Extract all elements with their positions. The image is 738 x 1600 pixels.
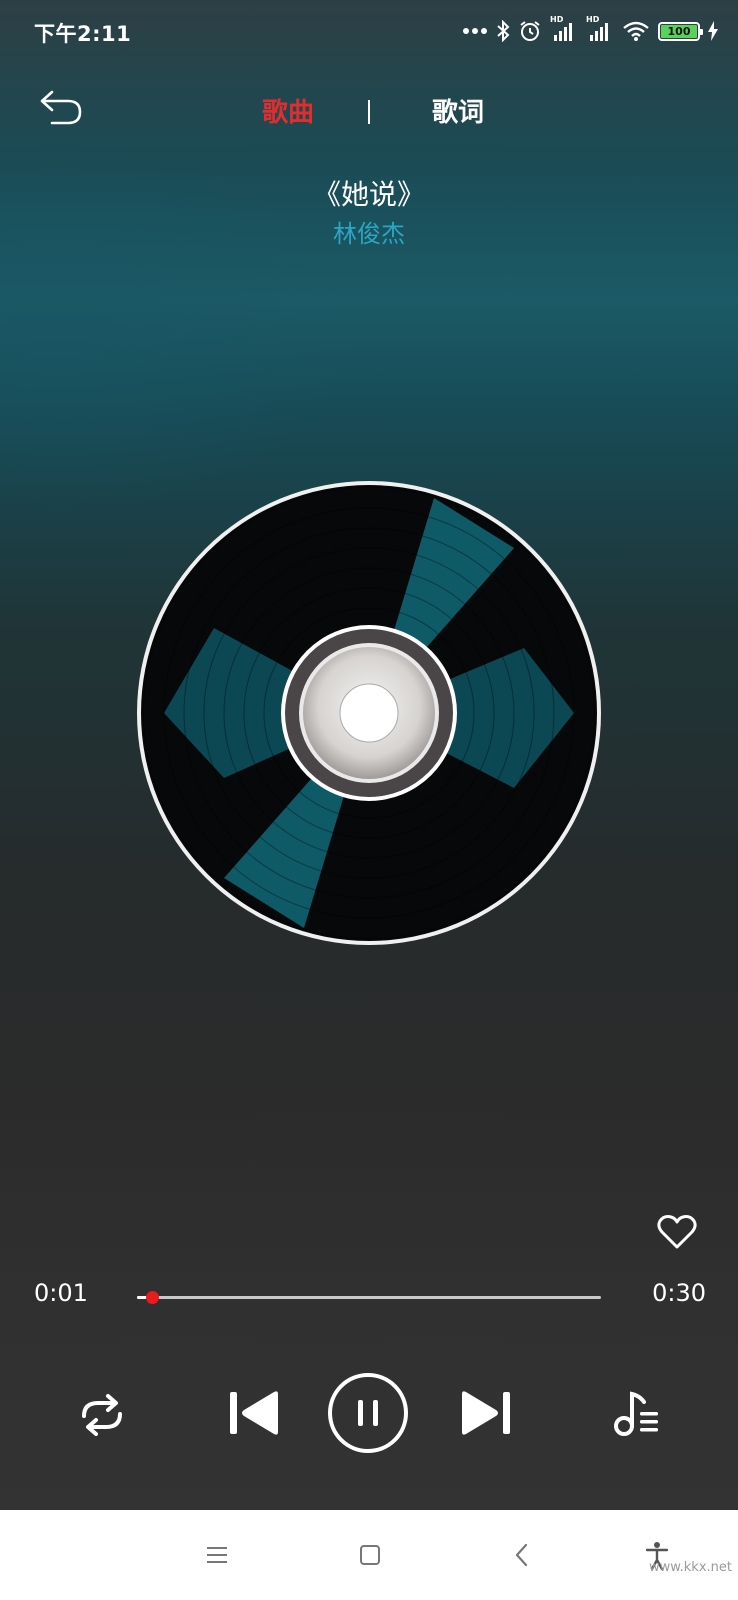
- pause-circle-icon: [328, 1373, 408, 1453]
- progress-track: [137, 1296, 601, 1299]
- skip-previous-icon: [230, 1391, 278, 1435]
- status-time: 下午2:11: [34, 22, 132, 46]
- home-square-icon: [360, 1545, 380, 1565]
- progress-thumb[interactable]: [146, 1291, 160, 1304]
- tab-lyrics[interactable]: 歌词: [432, 92, 484, 129]
- total-time: 0:30: [652, 1279, 706, 1307]
- watermark: www.kkx.net: [648, 1560, 732, 1575]
- system-navigation-bar: [0, 1510, 738, 1600]
- signal-hd-icon-2: HD: [586, 15, 614, 43]
- playlist-button[interactable]: [612, 1388, 662, 1438]
- progress-bar[interactable]: [137, 1289, 601, 1309]
- signal-hd-icon-1: HD: [550, 15, 578, 43]
- status-icons: HD HD 100: [462, 15, 718, 46]
- favorite-button[interactable]: [656, 1213, 698, 1251]
- charging-icon: [708, 21, 718, 41]
- song-title: 《她说》: [312, 178, 425, 211]
- pause-button[interactable]: [326, 1371, 410, 1455]
- tab-bar: 歌曲 歌词: [0, 92, 738, 132]
- alarm-icon: [518, 19, 542, 43]
- battery-icon: 100: [658, 21, 703, 41]
- menu-lines-icon: [207, 1547, 227, 1563]
- more-dots-icon: [462, 27, 488, 35]
- skip-next-icon: [462, 1391, 510, 1435]
- bluetooth-icon: [496, 20, 510, 42]
- artist-name: 林俊杰: [333, 220, 405, 248]
- nav-home-button[interactable]: [353, 1538, 387, 1572]
- nav-back-button[interactable]: [506, 1538, 540, 1572]
- wifi-icon: [622, 20, 650, 42]
- repeat-icon: [82, 1394, 122, 1436]
- battery-level: 100: [661, 24, 697, 38]
- previous-track-button[interactable]: [228, 1388, 284, 1438]
- current-time: 0:01: [34, 1279, 88, 1307]
- repeat-button[interactable]: [76, 1390, 128, 1440]
- tab-divider: [368, 100, 370, 124]
- nav-recents-button[interactable]: [200, 1538, 234, 1572]
- hd-label-1: HD: [550, 15, 564, 24]
- hd-label-2: HD: [586, 15, 600, 24]
- tab-song[interactable]: 歌曲: [262, 92, 314, 129]
- next-track-button[interactable]: [456, 1388, 512, 1438]
- vinyl-disc-artwork: [134, 478, 604, 948]
- back-chevron-icon: [515, 1543, 528, 1567]
- heart-outline-icon: [657, 1215, 697, 1249]
- playlist-music-icon: [614, 1391, 658, 1436]
- status-bar: 下午2:11 HD HD 100: [0, 0, 738, 68]
